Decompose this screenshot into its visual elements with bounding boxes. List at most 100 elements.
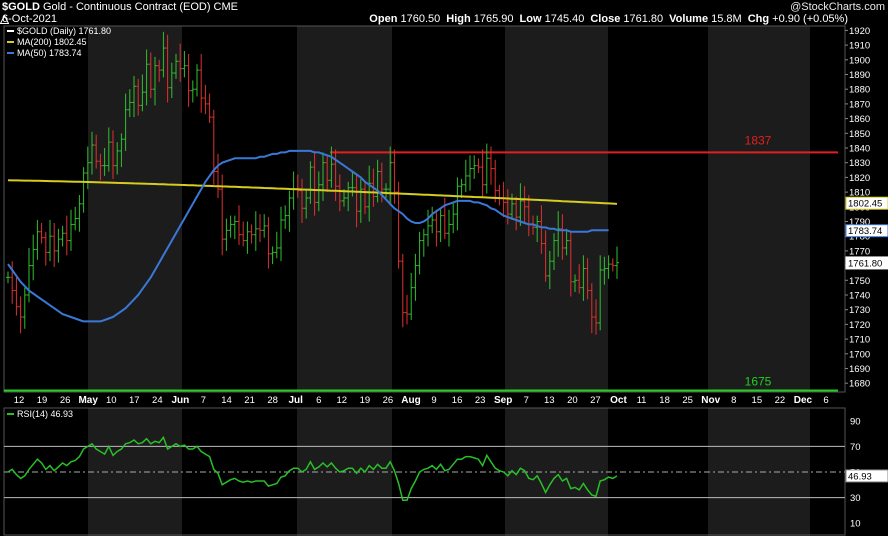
price-bar: [224, 218, 229, 251]
x-tick-label: Nov: [701, 395, 720, 406]
y-tick-label: 1690: [849, 364, 870, 375]
rsi-tick-label: 30: [850, 493, 861, 504]
y-tick-label: 1740: [849, 290, 870, 301]
x-tick-label: Aug: [401, 395, 420, 406]
resistance-label: 1837: [745, 133, 772, 147]
price-bar: [241, 221, 246, 247]
legend-label: $GOLD (Daily) 1761.80: [17, 26, 111, 36]
rsi-tick-label: 10: [850, 519, 861, 530]
x-tick-label: 17: [129, 395, 140, 406]
y-tick-label: 1720: [849, 320, 870, 331]
price-bar: [186, 53, 191, 107]
x-tick-label: 11: [637, 395, 647, 406]
legend-label: MA(50) 1783.74: [17, 48, 82, 58]
price-bar: [199, 53, 204, 113]
y-tick-label: 1910: [849, 41, 870, 52]
price-bar: [237, 205, 241, 246]
y-tick-label: 1920: [849, 26, 870, 37]
rsi-tag-label: 46.93: [848, 471, 872, 482]
price-tag-label: 1761.80: [848, 258, 882, 269]
legend-label: MA(200) 1802.45: [17, 37, 87, 47]
x-tick-label: 6: [316, 395, 321, 406]
price-bar: [463, 159, 468, 193]
x-tick-label: 24: [152, 395, 163, 406]
x-tick-label: 10: [106, 395, 117, 406]
price-bar: [484, 143, 489, 194]
y-tick-label: 1880: [849, 85, 870, 96]
price-bar: [493, 159, 498, 203]
price-bar: [52, 222, 57, 268]
x-tick-label: Oct: [610, 395, 627, 406]
price-bar: [396, 181, 401, 269]
price-bar: [48, 220, 52, 262]
rsi-tick-label: 90: [850, 416, 861, 427]
x-tick-label: Dec: [794, 395, 813, 406]
y-tick-label: 1750: [849, 276, 870, 287]
x-tick-label: 13: [544, 395, 555, 406]
x-tick-label: 16: [452, 395, 463, 406]
price-bar: [190, 80, 195, 103]
x-tick-label: 12: [337, 395, 348, 406]
price-bar: [14, 277, 19, 316]
price-bar: [468, 155, 472, 191]
y-tick-label: 1900: [849, 55, 870, 66]
price-bar: [417, 231, 422, 275]
y-tick-label: 1890: [849, 70, 870, 81]
x-tick-label: 25: [682, 395, 693, 406]
x-tick-label: 7: [524, 395, 529, 406]
price-bar: [249, 224, 254, 244]
x-tick-label: 7: [201, 395, 206, 406]
price-bar: [287, 190, 292, 232]
x-tick-label: 20: [567, 395, 578, 406]
price-bar: [60, 225, 65, 247]
price-bar: [480, 149, 485, 198]
price-bar: [615, 246, 619, 279]
y-tick-label: 1830: [849, 158, 870, 169]
x-tick-label: Sep: [494, 395, 512, 406]
x-tick-label: 21: [244, 395, 255, 406]
price-bar: [472, 155, 477, 179]
x-tick-label: 12: [14, 395, 25, 406]
price-bar: [18, 296, 23, 334]
price-bar: [182, 50, 187, 78]
price-bar: [245, 221, 250, 254]
x-tick-label: 19: [360, 395, 371, 406]
price-bar: [459, 178, 464, 198]
price-bar: [77, 195, 82, 232]
y-tick-label: 1870: [849, 99, 870, 110]
y-tick-label: 1860: [849, 114, 870, 125]
price-bar: [438, 208, 443, 243]
y-tick-label: 1820: [849, 173, 870, 184]
price-chart: 1680169017001710172017301740175017601770…: [3, 25, 888, 536]
y-tick-label: 1730: [849, 305, 870, 316]
price-bar: [43, 231, 48, 266]
price-bar: [27, 247, 31, 303]
x-tick-label: 6: [823, 395, 828, 406]
price-bar: [291, 171, 296, 210]
price-bar: [447, 209, 451, 247]
price-bar: [400, 253, 405, 328]
y-tick-label: 1680: [849, 379, 870, 390]
month-shade: [708, 26, 810, 392]
price-bar: [392, 149, 397, 204]
price-bar: [73, 206, 78, 231]
price-bar: [22, 287, 27, 329]
price-bar: [81, 167, 86, 213]
price-bar: [409, 272, 414, 320]
price-bar: [262, 214, 267, 238]
price-bar: [253, 211, 258, 251]
x-tick-label: 19: [37, 395, 48, 406]
price-bar: [6, 271, 10, 284]
support-label: 1675: [745, 375, 772, 389]
x-tick-label: 15: [752, 395, 763, 406]
x-tick-label: 8: [731, 395, 736, 406]
price-bar: [216, 153, 220, 198]
x-tick-label: 14: [221, 395, 232, 406]
price-bar: [69, 209, 73, 251]
price-bar: [476, 158, 481, 173]
y-tick-label: 1840: [849, 144, 870, 155]
y-tick-label: 1710: [849, 335, 870, 346]
price-bar: [258, 214, 262, 243]
price-bar: [413, 253, 418, 301]
month-shade: [297, 26, 392, 392]
